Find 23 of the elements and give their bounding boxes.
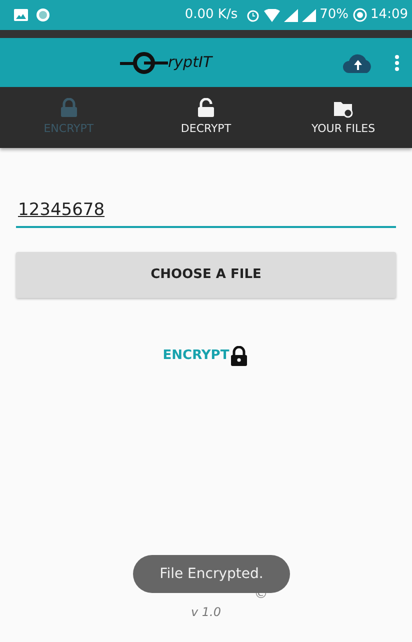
- image-icon: [14, 9, 28, 21]
- wifi-icon: [264, 8, 280, 22]
- tab[interactable]: YOUR FILES: [274, 87, 412, 148]
- lock-icon: [229, 346, 250, 366]
- logo-text: ryptIT: [168, 52, 212, 74]
- ring-icon: [352, 8, 367, 22]
- more-options-icon[interactable]: [394, 54, 400, 72]
- tab[interactable]: DECRYPT: [137, 87, 275, 148]
- toast-message: File Encrypted.: [133, 555, 290, 593]
- choose-file-button[interactable]: CHOOSE A FILE: [16, 252, 396, 298]
- circle-icon: [36, 8, 50, 22]
- unlock-icon: [196, 98, 216, 118]
- password-field[interactable]: 12345678: [16, 196, 396, 228]
- logo-icon: [120, 52, 168, 74]
- signal-icon: [302, 8, 316, 22]
- clock: 14:09: [370, 6, 408, 24]
- battery-percent: 70%: [320, 6, 349, 24]
- signal-icon: [284, 8, 298, 22]
- cloud-upload-icon[interactable]: [342, 52, 374, 74]
- alarm-icon: [246, 8, 260, 22]
- network-speed: 0.00 K/s: [184, 6, 238, 24]
- lock-icon: [58, 98, 79, 118]
- version-text: v 1.0: [191, 606, 221, 620]
